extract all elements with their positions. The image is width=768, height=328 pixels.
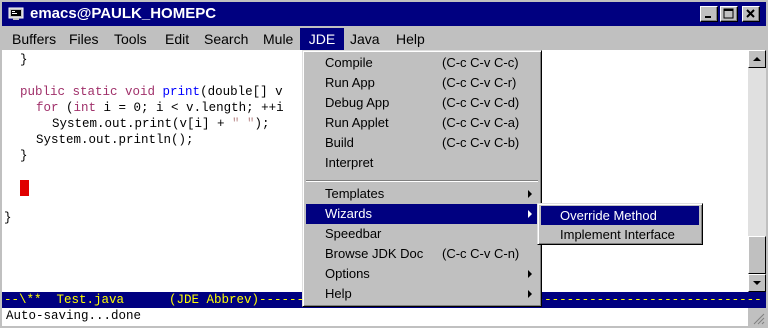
menu-tools[interactable]: Tools	[108, 28, 153, 50]
vertical-scrollbar[interactable]	[748, 50, 766, 292]
minimize-icon	[705, 16, 711, 18]
menu-mule[interactable]: Mule	[257, 28, 299, 50]
resize-grip[interactable]	[748, 308, 766, 326]
wizards-submenu: Override Method Implement Interface	[537, 203, 703, 245]
menu-item-interpret[interactable]: Interpret	[306, 153, 538, 173]
menu-item-compile[interactable]: Compile (C-c C-v C-c)	[306, 53, 538, 73]
menu-item-debug-app[interactable]: Debug App (C-c C-v C-d)	[306, 93, 538, 113]
menu-java[interactable]: Java	[344, 28, 386, 50]
scroll-up-button[interactable]	[748, 50, 766, 68]
menu-help[interactable]: Help	[390, 28, 431, 50]
close-button[interactable]	[742, 6, 760, 22]
code-line: System.out.println();	[36, 133, 194, 147]
menu-buffers[interactable]: Buffers	[6, 28, 62, 50]
minibuffer[interactable]: Auto-saving...done	[2, 308, 748, 326]
window-title: emacs@PAULK_HOMEPC	[30, 5, 217, 22]
resize-grip-icon	[753, 313, 765, 325]
menu-jde[interactable]: JDE	[300, 28, 344, 50]
close-icon	[746, 9, 755, 18]
submenu-arrow-icon	[528, 270, 532, 278]
menu-item-run-app[interactable]: Run App (C-c C-v C-r)	[306, 73, 538, 93]
menu-item-run-applet[interactable]: Run Applet (C-c C-v C-a)	[306, 113, 538, 133]
code-line: }	[20, 53, 28, 67]
minimize-button[interactable]	[700, 6, 718, 22]
menu-edit[interactable]: Edit	[159, 28, 195, 50]
emacs-window: emacs@PAULK_HOMEPC Buffers Files Tools E…	[0, 0, 768, 328]
text-cursor	[20, 180, 29, 196]
submenu-arrow-icon	[528, 190, 532, 198]
menu-item-build[interactable]: Build (C-c C-v C-b)	[306, 133, 538, 153]
code-line: }	[20, 149, 28, 163]
menu-item-templates[interactable]: Templates	[306, 184, 538, 204]
menu-item-browse-jdk-doc[interactable]: Browse JDK Doc (C-c C-v C-n)	[306, 244, 538, 264]
menu-item-wizards[interactable]: Wizards	[306, 204, 538, 224]
arrow-up-icon	[753, 57, 761, 61]
submenu-item-implement-interface[interactable]: Implement Interface	[541, 225, 699, 244]
menu-item-options[interactable]: Options	[306, 264, 538, 284]
maximize-button[interactable]	[720, 6, 738, 22]
menu-separator	[306, 180, 538, 182]
scroll-down-button[interactable]	[748, 274, 766, 292]
menu-item-help[interactable]: Help	[306, 284, 538, 304]
submenu-arrow-icon	[528, 290, 532, 298]
menu-bar: Buffers Files Tools Edit Search Mule JDE…	[2, 28, 766, 50]
submenu-item-override-method[interactable]: Override Method	[541, 206, 699, 225]
submenu-arrow-icon	[528, 210, 532, 218]
menu-item-speedbar[interactable]: Speedbar	[306, 224, 538, 244]
emacs-app-icon[interactable]	[8, 7, 24, 21]
menu-files[interactable]: Files	[63, 28, 105, 50]
jde-dropdown-menu: Compile (C-c C-v C-c) Run App (C-c C-v C-r…	[302, 50, 542, 307]
menu-search[interactable]: Search	[198, 28, 254, 50]
arrow-down-icon	[753, 281, 761, 285]
maximize-icon	[723, 8, 734, 19]
code-line: }	[4, 211, 12, 225]
title-bar[interactable]: emacs@PAULK_HOMEPC	[2, 2, 766, 26]
scroll-thumb[interactable]	[748, 236, 766, 274]
